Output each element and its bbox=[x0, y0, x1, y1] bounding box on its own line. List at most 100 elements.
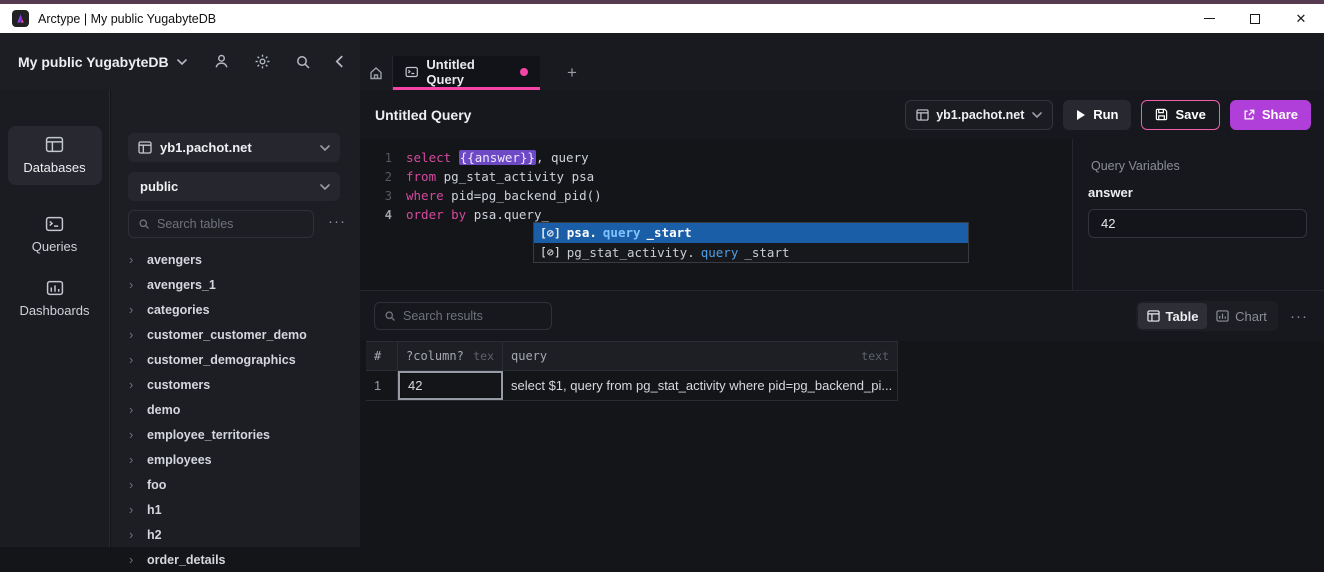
table-list-item[interactable]: ›customer_customer_demo bbox=[111, 322, 360, 347]
maximize-button[interactable] bbox=[1232, 4, 1278, 33]
tables-search[interactable] bbox=[128, 210, 314, 238]
table-view-icon bbox=[1147, 310, 1160, 322]
chart-view-icon bbox=[1216, 310, 1229, 322]
chevron-right-icon: › bbox=[129, 352, 147, 367]
databases-icon bbox=[45, 136, 64, 153]
table-list-item[interactable]: ›foo bbox=[111, 472, 360, 497]
sidebar-item-databases[interactable]: Databases bbox=[8, 126, 102, 185]
column-header[interactable]: ?column?tex bbox=[398, 342, 503, 370]
result-cell[interactable]: select $1, query from pg_stat_activity w… bbox=[503, 371, 898, 400]
schema-selector[interactable]: public bbox=[128, 172, 340, 201]
nav-rail: Databases Queries Dashboards bbox=[0, 90, 110, 547]
tables-search-input[interactable] bbox=[157, 217, 297, 231]
row-index-cell[interactable]: 1 bbox=[366, 371, 398, 400]
save-button[interactable]: Save bbox=[1141, 100, 1219, 130]
table-list-item[interactable]: ›employee_territories bbox=[111, 422, 360, 447]
table-list-item[interactable]: ›h2 bbox=[111, 522, 360, 547]
home-icon bbox=[369, 66, 383, 80]
view-table-label: Table bbox=[1166, 309, 1199, 324]
query-connection-label: yb1.pachot.net bbox=[936, 108, 1024, 122]
column-header[interactable]: # bbox=[366, 342, 398, 370]
window-controls: ✕ bbox=[1186, 4, 1324, 33]
code-text: order by psa.query_ bbox=[406, 207, 549, 222]
connection-selector[interactable]: yb1.pachot.net bbox=[128, 133, 340, 162]
user-icon[interactable] bbox=[213, 53, 230, 70]
collapse-sidebar-icon[interactable] bbox=[335, 55, 344, 68]
table-name: h2 bbox=[147, 528, 162, 542]
code-line[interactable]: 2from pg_stat_activity psa bbox=[360, 167, 1072, 186]
view-table-button[interactable]: Table bbox=[1138, 303, 1207, 329]
minimize-icon bbox=[1204, 18, 1215, 19]
queries-icon bbox=[45, 216, 64, 232]
table-name: avengers bbox=[147, 253, 202, 267]
code-text: from pg_stat_activity psa bbox=[406, 169, 594, 184]
column-name: query bbox=[511, 349, 547, 363]
search-icon bbox=[384, 310, 396, 322]
run-button[interactable]: Run bbox=[1063, 100, 1131, 130]
tab-home[interactable] bbox=[360, 56, 393, 90]
table-list-item[interactable]: ›employees bbox=[111, 447, 360, 472]
minimize-button[interactable] bbox=[1186, 4, 1232, 33]
sidebar-item-queries[interactable]: Queries bbox=[8, 207, 102, 263]
result-cell[interactable]: 42 bbox=[398, 371, 503, 400]
results-more-button[interactable]: ··· bbox=[1290, 308, 1308, 325]
sidebar-item-label: Dashboards bbox=[19, 303, 89, 318]
query-header: Untitled Query yb1.pachot.net Run Save S… bbox=[360, 90, 1324, 139]
table-list-item[interactable]: ›h1 bbox=[111, 497, 360, 522]
chevron-right-icon: › bbox=[129, 527, 147, 542]
table-row: 142select $1, query from pg_stat_activit… bbox=[366, 371, 898, 401]
chevron-down-icon bbox=[320, 145, 330, 151]
variable-value-input[interactable] bbox=[1088, 209, 1307, 238]
view-chart-button[interactable]: Chart bbox=[1207, 303, 1276, 329]
column-header[interactable]: querytext bbox=[503, 342, 898, 370]
search-icon[interactable] bbox=[295, 54, 311, 70]
sidebar-item-label: Databases bbox=[23, 160, 85, 175]
code-line[interactable]: 3where pid=pg_backend_pid() bbox=[360, 186, 1072, 205]
table-list-item[interactable]: ›demo bbox=[111, 397, 360, 422]
search-icon bbox=[138, 218, 150, 230]
table-list-item[interactable]: ›avengers_1 bbox=[111, 272, 360, 297]
table-list-item[interactable]: ›avengers bbox=[111, 247, 360, 272]
column-icon: [⊘] bbox=[540, 245, 561, 259]
workspace-selector[interactable]: My public YugabyteDB bbox=[18, 54, 187, 70]
table-name: avengers_1 bbox=[147, 278, 216, 292]
share-button[interactable]: Share bbox=[1230, 100, 1311, 130]
column-name: ?column? bbox=[406, 349, 464, 363]
tables-more-button[interactable]: ··· bbox=[328, 213, 346, 230]
table-list-item[interactable]: ›customers bbox=[111, 372, 360, 397]
database-icon bbox=[916, 109, 929, 121]
close-icon: ✕ bbox=[1296, 11, 1307, 27]
table-list: ›avengers›avengers_1›categories›customer… bbox=[111, 247, 360, 572]
database-icon bbox=[138, 141, 152, 154]
app-window: My public YugabyteDB Databases Quer bbox=[0, 33, 1324, 547]
query-connection-selector[interactable]: yb1.pachot.net bbox=[905, 100, 1053, 130]
table-list-item[interactable]: ›categories bbox=[111, 297, 360, 322]
code-line[interactable]: 1 select {{answer}}, query bbox=[360, 148, 1072, 167]
new-tab-button[interactable]: + bbox=[552, 56, 592, 90]
sidebar-header: My public YugabyteDB bbox=[0, 33, 360, 90]
tables-panel: yb1.pachot.net public ··· ›avengers›aven… bbox=[111, 90, 360, 547]
results-search[interactable] bbox=[374, 302, 552, 330]
suggestion-text: pg_stat_activity. bbox=[567, 245, 695, 260]
settings-gear-icon[interactable] bbox=[254, 53, 271, 70]
autocomplete-popup: [⊘]psa.query_start[⊘]pg_stat_activity.qu… bbox=[533, 222, 969, 263]
tab-untitled-query[interactable]: Untitled Query bbox=[393, 56, 540, 90]
chevron-right-icon: › bbox=[129, 277, 147, 292]
suggestion-text: _start bbox=[647, 225, 692, 240]
connection-label: yb1.pachot.net bbox=[160, 140, 252, 155]
autocomplete-item[interactable]: [⊘]psa.query_start bbox=[534, 223, 968, 243]
table-list-item[interactable]: ›order_details bbox=[111, 547, 360, 572]
code-text: select {{answer}}, query bbox=[406, 150, 589, 165]
close-button[interactable]: ✕ bbox=[1278, 4, 1324, 33]
sql-editor[interactable]: 1 select {{answer}}, query 2from pg_stat_a… bbox=[360, 139, 1072, 290]
table-list-item[interactable]: ›customer_demographics bbox=[111, 347, 360, 372]
column-name: # bbox=[374, 349, 381, 363]
results-table-header: #?column?texquerytext bbox=[366, 341, 898, 371]
column-type: tex bbox=[465, 349, 494, 363]
autocomplete-item[interactable]: [⊘]pg_stat_activity.query_start bbox=[534, 243, 968, 263]
results-search-input[interactable] bbox=[403, 309, 533, 323]
table-name: customers bbox=[147, 378, 210, 392]
sidebar-item-dashboards[interactable]: Dashboards bbox=[8, 271, 102, 327]
arctype-logo-icon bbox=[12, 10, 29, 27]
line-number: 1 bbox=[360, 151, 392, 165]
